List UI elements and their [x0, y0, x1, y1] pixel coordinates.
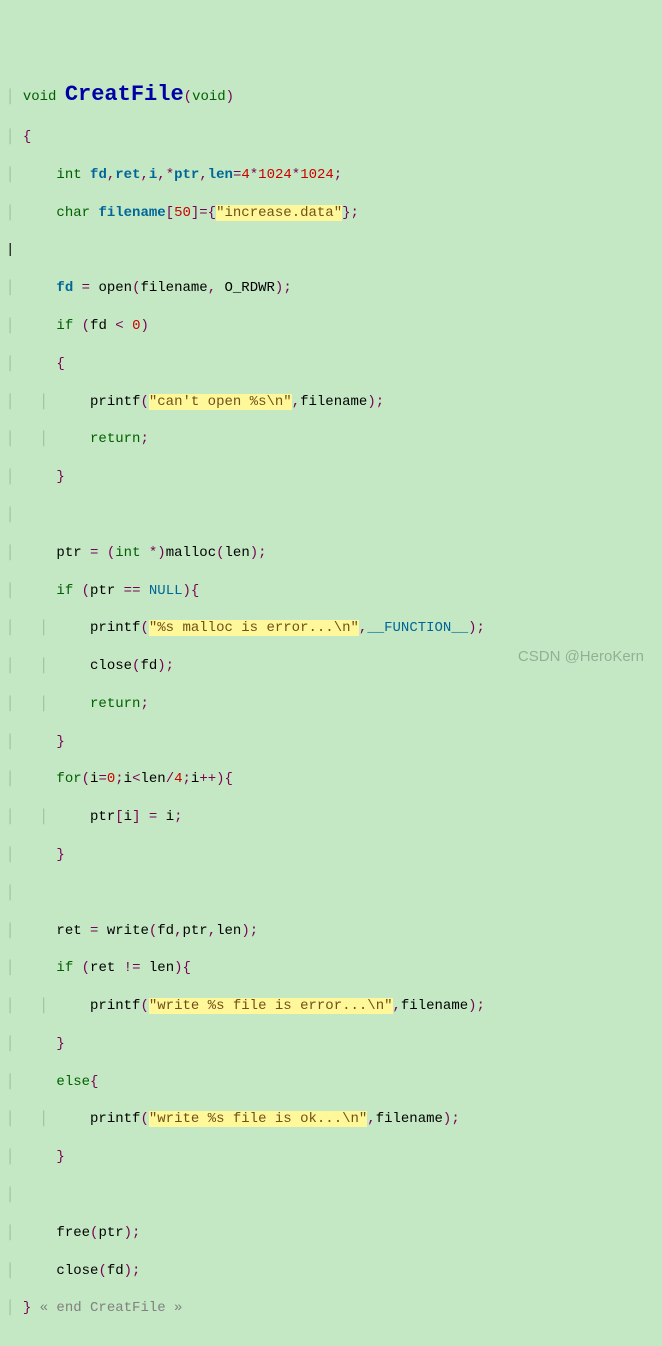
if-ret: │ if (ret != len){: [6, 959, 656, 978]
printf-malloc-err: │ │ printf("%s malloc is error...\n",__F…: [6, 619, 656, 638]
printf-write-err: │ │ printf("write %s file is error...\n"…: [6, 997, 656, 1016]
close-call: │ close(fd);: [6, 1262, 656, 1281]
signature-line: │ void CreatFile(void): [6, 80, 656, 110]
open-call: │ fd = open(filename, O_RDWR);: [6, 279, 656, 298]
free-call: │ free(ptr);: [6, 1224, 656, 1243]
printf-write-ok: │ │ printf("write %s file is ok...\n",fi…: [6, 1110, 656, 1129]
decl-char: │ char filename[50]={"increase.data"};: [6, 204, 656, 223]
cursor-line: |: [6, 241, 656, 260]
printf-open-err: │ │ printf("can't open %s\n",filename);: [6, 393, 656, 412]
watermark: CSDN @HeroKern: [518, 647, 644, 667]
for-body: │ │ ptr[i] = i;: [6, 808, 656, 827]
if-ptr: │ if (ptr == NULL){: [6, 582, 656, 601]
brace-open: │ {: [6, 128, 656, 147]
write-call: │ ret = write(fd,ptr,len);: [6, 922, 656, 941]
malloc-call: │ ptr = (int *)malloc(len);: [6, 544, 656, 563]
for-loop: │ for(i=0;i<len/4;i++){: [6, 770, 656, 789]
brace-close: │ } « end CreatFile »: [6, 1299, 656, 1318]
decl-int: │ int fd,ret,i,*ptr,len=4*1024*1024;: [6, 166, 656, 185]
if-fd: │ if (fd < 0): [6, 317, 656, 336]
function-name: CreatFile: [65, 82, 184, 107]
